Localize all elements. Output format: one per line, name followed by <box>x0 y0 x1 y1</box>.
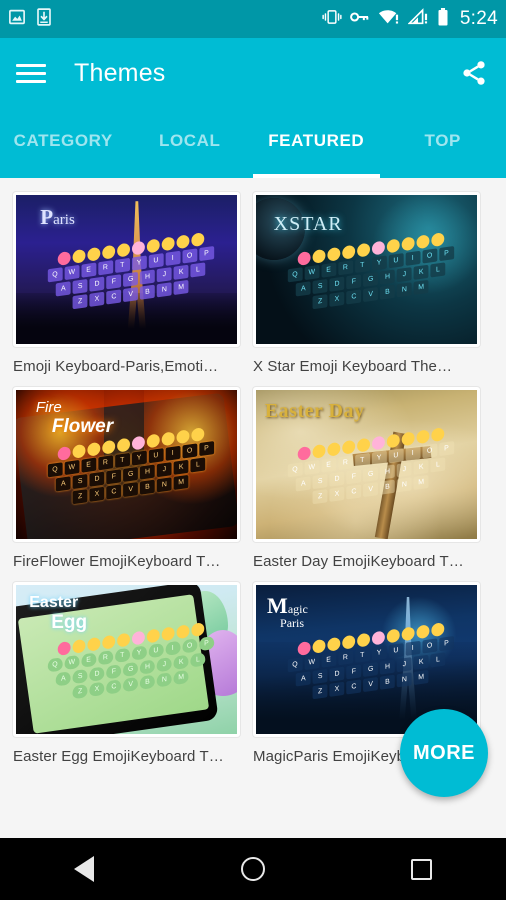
keyboard-art: QW ER TY UI OP AS DF GH JK L Z X C V B N… <box>30 225 231 344</box>
status-bar-right-icons: 5:24 <box>322 7 498 31</box>
status-bar: 5:24 <box>0 0 506 38</box>
theme-card[interactable]: Fire Flower QW ER TY U I O P A S D F G H… <box>13 387 240 570</box>
tab-bar: CATEGORY LOCAL FEATURED TOP <box>0 108 506 178</box>
more-fab-button[interactable]: MORE <box>400 709 488 797</box>
image-icon <box>8 8 26 31</box>
theme-card[interactable]: Easter Egg QW ER TY U I O P A S D F G H … <box>13 582 240 765</box>
theme-art-title: XSTAR <box>273 212 343 235</box>
share-icon[interactable] <box>458 57 490 89</box>
hamburger-menu-icon[interactable] <box>16 63 46 83</box>
home-button[interactable] <box>223 847 283 891</box>
tab-label: FEATURED <box>268 131 365 150</box>
theme-thumbnail-xstar[interactable]: XSTAR QW ER TY UI O P A S D F G H J K L … <box>253 192 480 347</box>
vibrate-icon <box>322 9 342 30</box>
tab-label: CATEGORY <box>13 131 113 150</box>
tab-label: LOCAL <box>158 131 221 150</box>
vpn-key-icon <box>349 10 370 29</box>
theme-card[interactable]: XSTAR QW ER TY UI O P A S D F G H J K L … <box>253 192 480 375</box>
theme-art-title: Fire Flower <box>35 398 114 437</box>
theme-grid: Paris QW ER TY UI O P A S D F G H J K L … <box>13 192 493 765</box>
theme-art-title: Magic Paris <box>267 592 308 631</box>
theme-title: Emoji Keyboard-Paris,Emoti… <box>13 358 219 375</box>
download-icon <box>36 7 52 31</box>
theme-thumbnail-paris[interactable]: Paris QW ER TY UI O P A S D F G H J K L … <box>13 192 240 347</box>
theme-title: X Star Emoji Keyboard The… <box>253 358 453 375</box>
recents-button[interactable] <box>392 847 452 891</box>
home-icon <box>240 857 265 881</box>
battery-icon <box>437 7 449 31</box>
wifi-alert-icon <box>378 8 400 30</box>
more-fab-label: MORE <box>413 741 475 764</box>
theme-art-title: Paris <box>40 205 75 230</box>
theme-art-title: Easter Day <box>264 400 365 423</box>
page-title: Themes <box>74 58 166 87</box>
theme-title: FireFlower EmojiKeyboard T… <box>13 553 221 570</box>
tab-label: TOP <box>424 131 461 150</box>
theme-thumbnail-easterday[interactable]: Easter Day QW ER TY U I O P A S D F G H … <box>253 387 480 542</box>
theme-thumbnail-fireflower[interactable]: Fire Flower QW ER TY U I O P A S D F G H… <box>13 387 240 542</box>
theme-title: Easter Egg EmojiKeyboard T… <box>13 748 224 765</box>
theme-thumbnail-easteregg[interactable]: Easter Egg QW ER TY U I O P A S D F G H … <box>13 582 240 737</box>
theme-title: Easter Day EmojiKeyboard T… <box>253 553 464 570</box>
tab-featured[interactable]: FEATURED <box>253 108 380 178</box>
tab-category[interactable]: CATEGORY <box>0 108 127 178</box>
recents-icon <box>411 858 433 880</box>
back-button[interactable] <box>54 847 114 891</box>
tab-top[interactable]: TOP <box>380 108 506 178</box>
theme-art-title: Easter Egg <box>29 593 88 633</box>
signal-alert-icon <box>407 8 429 30</box>
back-icon <box>74 856 95 882</box>
android-navigation-bar <box>0 838 506 900</box>
app-bar: Themes <box>0 38 506 108</box>
status-bar-left-icons <box>8 7 52 31</box>
status-bar-clock: 5:24 <box>459 8 498 29</box>
theme-card[interactable]: Easter Day QW ER TY U I O P A S D F G H … <box>253 387 480 570</box>
tab-local[interactable]: LOCAL <box>127 108 254 178</box>
theme-card[interactable]: Paris QW ER TY UI O P A S D F G H J K L … <box>13 192 240 375</box>
